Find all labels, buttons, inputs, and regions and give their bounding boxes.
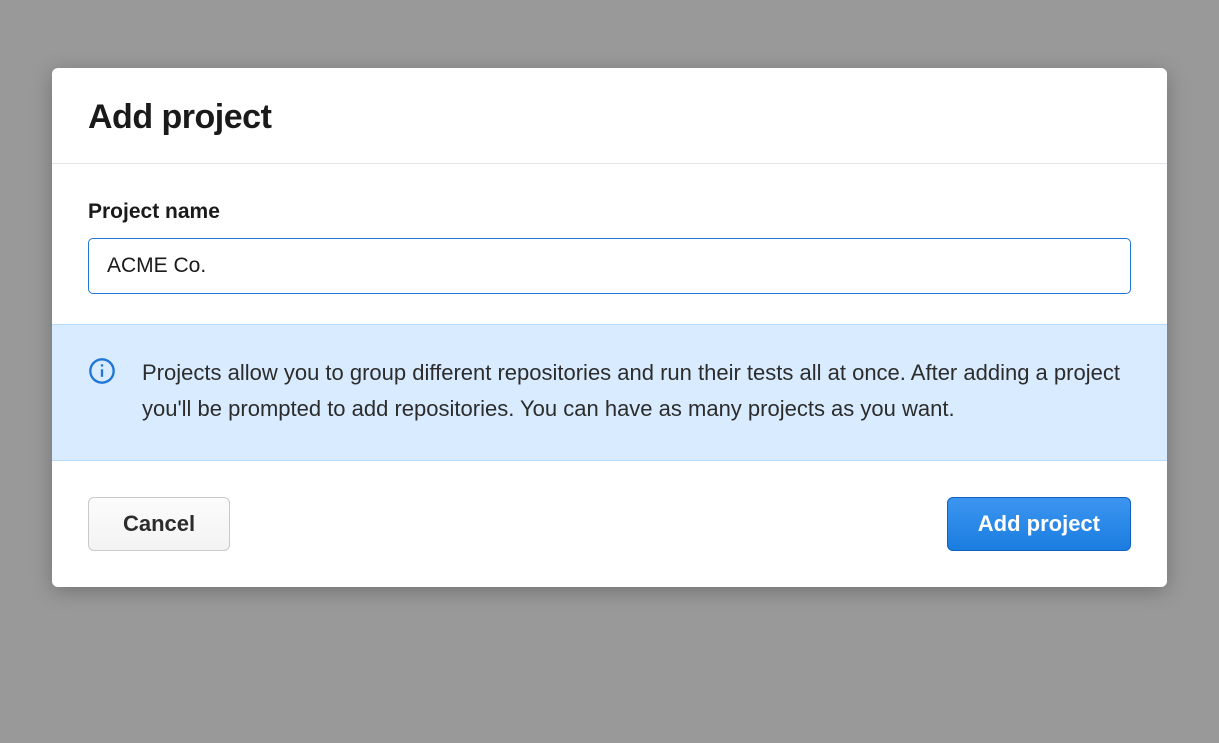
info-text: Projects allow you to group different re…	[142, 355, 1131, 428]
dialog-title: Add project	[88, 98, 1131, 137]
dialog-body: Project name	[52, 164, 1167, 294]
dialog-footer: Cancel Add project	[52, 461, 1167, 587]
info-banner: Projects allow you to group different re…	[52, 324, 1167, 461]
info-icon	[88, 357, 116, 385]
project-name-input[interactable]	[88, 238, 1131, 294]
cancel-button[interactable]: Cancel	[88, 497, 230, 551]
add-project-dialog: Add project Project name Projects allow …	[52, 68, 1167, 587]
add-project-button[interactable]: Add project	[947, 497, 1131, 551]
dialog-header: Add project	[52, 68, 1167, 164]
project-name-label: Project name	[88, 200, 1131, 224]
